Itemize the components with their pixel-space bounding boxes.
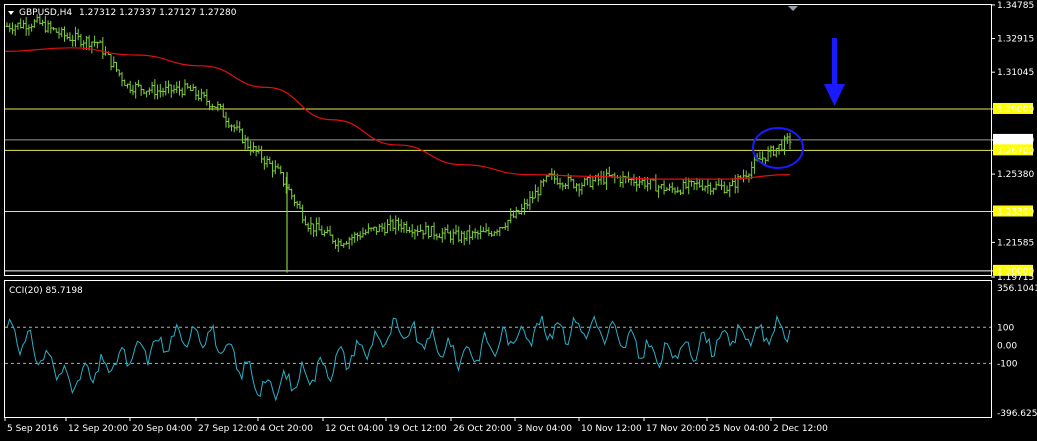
shift-triangle-icon[interactable] bbox=[788, 6, 798, 11]
cci-line bbox=[6, 314, 791, 402]
cci-tick-label: 0.00 bbox=[997, 341, 1017, 351]
price-levels bbox=[5, 108, 991, 272]
cci-label: CCI(20) 85.7198 bbox=[9, 286, 83, 296]
price-tick-label: 1.34785 bbox=[997, 1, 1034, 11]
ohlc-values: 1.27312 1.27337 1.27127 1.27280 bbox=[79, 8, 237, 18]
price-tick-label: 1.31045 bbox=[997, 68, 1034, 78]
ma-line bbox=[4, 47, 791, 180]
cci-axis: 356.1041 100 0.00 -100 -396.6258 bbox=[997, 284, 1037, 419]
price-axis: 1.347851.329151.310451.290001.272801.267… bbox=[991, 1, 1034, 283]
time-tick-label: 17 Nov 20:00 bbox=[646, 424, 707, 434]
cci-tick-label: -100 bbox=[997, 359, 1018, 369]
dropdown-triangle-icon[interactable] bbox=[8, 11, 14, 15]
time-tick-label: 27 Sep 12:00 bbox=[198, 424, 258, 434]
time-tick-label: 4 Oct 20:00 bbox=[260, 424, 313, 434]
cci-tick-label: 356.1041 bbox=[997, 284, 1037, 294]
price-tick-label: 1.32915 bbox=[997, 35, 1034, 45]
price-tick-label: 1.26700 bbox=[997, 146, 1034, 156]
cci-levels bbox=[5, 326, 991, 364]
time-tick-label: 10 Nov 12:00 bbox=[581, 424, 642, 434]
time-tick-label: 2 Dec 12:00 bbox=[773, 424, 828, 434]
candles-series bbox=[5, 14, 792, 273]
cci-tick-label: 100 bbox=[997, 323, 1014, 333]
cci-series bbox=[6, 314, 791, 402]
time-tick-label: 12 Oct 04:00 bbox=[325, 424, 384, 434]
price-tick-label: 1.23300 bbox=[997, 208, 1034, 218]
price-tick-label: 1.21585 bbox=[997, 238, 1034, 248]
price-tick-label: 1.25380 bbox=[997, 170, 1034, 180]
time-tick-label: 12 Sep 20:00 bbox=[68, 424, 128, 434]
price-tick-label: 1.29000 bbox=[997, 105, 1034, 115]
time-tick-label: 26 Oct 20:00 bbox=[453, 424, 512, 434]
price-tick-label: 1.19715 bbox=[997, 273, 1034, 283]
time-tick-label: 25 Nov 04:00 bbox=[709, 424, 770, 434]
moving-average bbox=[4, 47, 791, 180]
symbol-label: GBPUSD,H4 bbox=[19, 8, 72, 18]
time-tick-label: 3 Nov 04:00 bbox=[517, 424, 572, 434]
cci-tick-label: -396.6258 bbox=[997, 409, 1037, 419]
time-tick-label: 5 Sep 2016 bbox=[7, 424, 59, 434]
arrow-down-icon bbox=[824, 38, 845, 106]
chart-canvas[interactable]: 1.347851.329151.310451.290001.272801.267… bbox=[0, 0, 1037, 441]
time-axis: 5 Sep 2016 12 Sep 20:00 20 Sep 04:00 27 Sep… bbox=[4, 417, 828, 434]
time-tick-label: 20 Sep 04:00 bbox=[132, 424, 192, 434]
time-tick-label: 19 Oct 12:00 bbox=[388, 424, 447, 434]
